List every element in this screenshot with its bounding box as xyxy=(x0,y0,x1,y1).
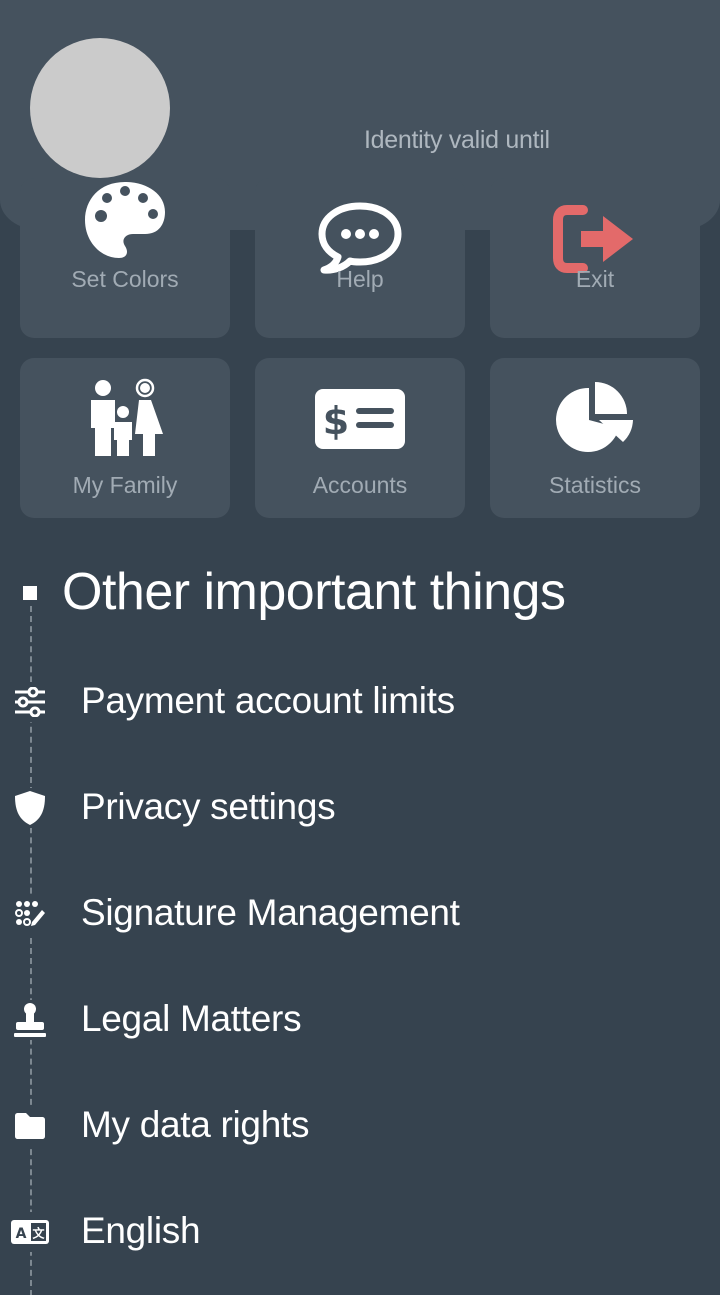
svg-text:文: 文 xyxy=(32,1226,45,1241)
folder-icon xyxy=(10,1106,50,1146)
menu-item-language-english[interactable]: A 文 English xyxy=(0,1192,720,1272)
menu-item-payment-account-limits[interactable]: Payment account limits xyxy=(0,662,720,742)
chat-bubble-icon xyxy=(255,202,465,274)
menu-item-legal-matters[interactable]: Legal Matters xyxy=(0,980,720,1060)
menu-item-label: Signature Management xyxy=(81,892,460,933)
accounts-tile[interactable]: $ Accounts xyxy=(255,358,465,518)
identity-validity-text: Identity valid until xyxy=(364,126,550,154)
menu-item-privacy-settings[interactable]: Privacy settings xyxy=(0,768,720,848)
section-title: Other important things xyxy=(62,563,566,621)
menu-item-signature-management[interactable]: Signature Management xyxy=(0,874,720,954)
sliders-icon xyxy=(10,682,50,722)
svg-text:A: A xyxy=(16,1226,27,1242)
language-icon: A 文 xyxy=(10,1212,50,1252)
app-screen: Identity valid until Set Colors Help Exi… xyxy=(0,0,720,1295)
menu-item-label: English xyxy=(81,1210,201,1251)
menu-item-my-data-rights[interactable]: My data rights xyxy=(0,1086,720,1166)
statistics-tile[interactable]: Statistics xyxy=(490,358,700,518)
palette-icon xyxy=(20,180,230,260)
set-colors-tile[interactable]: Set Colors xyxy=(20,178,230,338)
menu-item-label: My data rights xyxy=(81,1104,310,1145)
tile-label: Set Colors xyxy=(71,266,179,292)
family-icon xyxy=(20,378,230,458)
tile-label: Exit xyxy=(575,266,615,292)
section-marker xyxy=(23,586,37,600)
menu-item-label: Legal Matters xyxy=(81,998,302,1039)
tile-label: Accounts xyxy=(312,472,408,498)
tile-label: My Family xyxy=(72,472,178,498)
avatar[interactable] xyxy=(30,38,170,178)
stamp-icon xyxy=(10,1000,50,1040)
my-family-tile[interactable]: My Family xyxy=(20,358,230,518)
menu-item-label: Payment account limits xyxy=(81,680,455,721)
help-tile[interactable]: Help xyxy=(255,178,465,338)
tile-label: Help xyxy=(336,266,384,292)
signature-icon xyxy=(10,894,50,934)
menu-item-label: Privacy settings xyxy=(81,786,336,827)
pie-chart-icon xyxy=(490,380,700,452)
shield-icon xyxy=(10,788,50,828)
logout-icon xyxy=(490,204,700,274)
money-bill-icon: $ xyxy=(255,388,465,450)
exit-tile[interactable]: Exit xyxy=(490,178,700,338)
tile-label: Statistics xyxy=(548,472,642,498)
svg-text:$: $ xyxy=(323,399,349,443)
